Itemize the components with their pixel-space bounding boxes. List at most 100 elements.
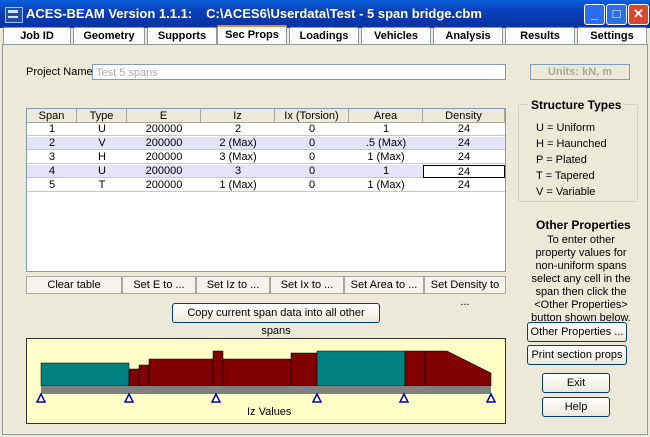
cell-span[interactable]: 5 xyxy=(27,179,77,192)
cell-e[interactable]: 200000 xyxy=(127,123,201,136)
title-bar: ACES-BEAM Version 1.1.1: C:\ACES6\Userdat… xyxy=(0,0,650,28)
support-icon xyxy=(311,392,323,403)
cell-area[interactable]: 1 (Max) xyxy=(349,179,423,192)
cell-density[interactable]: 24 xyxy=(423,137,505,150)
beam-segment xyxy=(40,362,130,387)
clear-table-button[interactable]: Clear table xyxy=(26,276,122,294)
col-header-area[interactable]: Area xyxy=(349,109,423,123)
window-title: ACES-BEAM Version 1.1.1: C:\ACES6\Userdat… xyxy=(26,6,482,21)
set-e-button[interactable]: Set E to ... xyxy=(122,276,196,294)
tapered-segment xyxy=(424,350,492,387)
col-header-e[interactable]: E xyxy=(127,109,201,123)
cell-type[interactable]: T xyxy=(77,179,127,192)
beam-segment xyxy=(212,350,224,387)
app-icon[interactable] xyxy=(5,7,23,23)
beam-segment xyxy=(138,364,150,387)
cell-ix[interactable]: 0 xyxy=(275,179,349,192)
cell-type[interactable]: V xyxy=(77,137,127,150)
section-props-table[interactable]: Span Type E Iz Ix (Torsion) Area Density… xyxy=(26,108,506,272)
copy-span-data-button[interactable]: Copy current span data into all other sp… xyxy=(172,303,380,337)
cell-ix[interactable]: 0 xyxy=(275,165,349,178)
cell-e[interactable]: 200000 xyxy=(127,151,201,164)
cell-iz[interactable]: 2 xyxy=(201,123,275,136)
cell-e[interactable]: 200000 xyxy=(127,165,201,178)
tab-job-id[interactable]: Job ID xyxy=(3,27,71,44)
help-button[interactable]: Help xyxy=(542,397,610,417)
exit-button[interactable]: Exit xyxy=(542,373,610,393)
beam-deck xyxy=(41,386,491,394)
cell-ix[interactable]: 0 xyxy=(275,137,349,150)
cell-e[interactable]: 200000 xyxy=(127,179,201,192)
structure-type-variable: V = Variable xyxy=(536,186,596,198)
project-name-input[interactable]: Test 5 spans xyxy=(92,64,506,80)
cell-type[interactable]: H xyxy=(77,151,127,164)
structure-type-tapered: T = Tapered xyxy=(536,170,595,182)
structure-types-title: Structure Types xyxy=(528,98,625,112)
beam-segment xyxy=(290,352,318,387)
project-name-label: Project Name: xyxy=(26,66,96,78)
set-iz-button[interactable]: Set Iz to ... xyxy=(196,276,270,294)
set-density-button[interactable]: Set Density to ... xyxy=(424,276,506,308)
tab-geometry[interactable]: Geometry xyxy=(73,27,145,44)
beam-segment xyxy=(316,350,406,387)
support-icon xyxy=(123,392,135,403)
cell-area[interactable]: 1 xyxy=(349,123,423,136)
tab-supports[interactable]: Supports xyxy=(147,27,217,44)
print-section-props-button[interactable]: Print section props xyxy=(527,345,627,365)
file-path: C:\ACES6\Userdata\Test - 5 span bridge.c… xyxy=(206,6,482,21)
support-icon xyxy=(210,392,222,403)
cell-iz[interactable]: 1 (Max) xyxy=(201,179,275,192)
support-icon xyxy=(485,392,497,403)
cell-area[interactable]: 1 xyxy=(349,165,423,178)
support-icon xyxy=(35,392,47,403)
cell-density[interactable]: 24 xyxy=(423,123,505,136)
cell-iz[interactable]: 3 (Max) xyxy=(201,151,275,164)
col-header-type[interactable]: Type xyxy=(77,109,127,123)
cell-area[interactable]: 1 (Max) xyxy=(349,151,423,164)
tab-results[interactable]: Results xyxy=(505,27,575,44)
cell-span[interactable]: 3 xyxy=(27,151,77,164)
tab-loadings[interactable]: Loadings xyxy=(289,27,359,44)
tab-bar: Job ID Geometry Supports Sec Props Loadi… xyxy=(2,25,648,45)
col-header-density[interactable]: Density xyxy=(423,109,505,123)
cell-type[interactable]: U xyxy=(77,165,127,178)
beam-segment xyxy=(128,368,140,387)
cell-type[interactable]: U xyxy=(77,123,127,136)
cell-area[interactable]: .5 (Max) xyxy=(349,137,423,150)
tab-vehicles[interactable]: Vehicles xyxy=(361,27,431,44)
diagram-label: Iz Values xyxy=(247,406,292,418)
cell-span[interactable]: 4 xyxy=(27,165,77,178)
set-area-button[interactable]: Set Area to ... xyxy=(344,276,424,294)
maximize-button[interactable]: □ xyxy=(606,4,627,25)
set-ix-button[interactable]: Set Ix to ... xyxy=(270,276,344,294)
cell-iz[interactable]: 3 xyxy=(201,165,275,178)
iz-values-diagram: Iz Values xyxy=(26,338,506,424)
cell-density[interactable]: 24 xyxy=(423,151,505,164)
structure-type-plated: P = Plated xyxy=(536,154,587,166)
cell-span[interactable]: 2 xyxy=(27,137,77,150)
beam-segment xyxy=(148,358,214,387)
col-header-span[interactable]: Span xyxy=(27,109,77,123)
tab-settings[interactable]: Settings xyxy=(577,27,647,44)
cell-e[interactable]: 200000 xyxy=(127,137,201,150)
close-button[interactable]: ✕ xyxy=(628,4,649,25)
app-name: ACES-BEAM Version 1.1.1: xyxy=(26,6,193,21)
cell-ix[interactable]: 0 xyxy=(275,151,349,164)
tab-analysis[interactable]: Analysis xyxy=(433,27,503,44)
cell-ix[interactable]: 0 xyxy=(275,123,349,136)
support-icon xyxy=(398,392,410,403)
other-properties-help: To enter other property values for non-u… xyxy=(531,234,631,324)
structure-type-haunched: H = Haunched xyxy=(536,138,607,150)
col-header-iz[interactable]: Iz xyxy=(201,109,275,123)
cell-density[interactable]: 24 xyxy=(423,165,505,178)
tab-sec-props[interactable]: Sec Props xyxy=(217,25,287,45)
minimize-button[interactable]: _ xyxy=(584,4,605,25)
cell-density[interactable]: 24 xyxy=(423,179,505,192)
units-display: Units: kN, m xyxy=(530,64,630,80)
col-header-ix[interactable]: Ix (Torsion) xyxy=(275,109,349,123)
structure-type-uniform: U = Uniform xyxy=(536,122,595,134)
beam-segment xyxy=(222,358,292,387)
other-properties-button[interactable]: Other Properties ... xyxy=(527,322,627,342)
cell-span[interactable]: 1 xyxy=(27,123,77,136)
cell-iz[interactable]: 2 (Max) xyxy=(201,137,275,150)
